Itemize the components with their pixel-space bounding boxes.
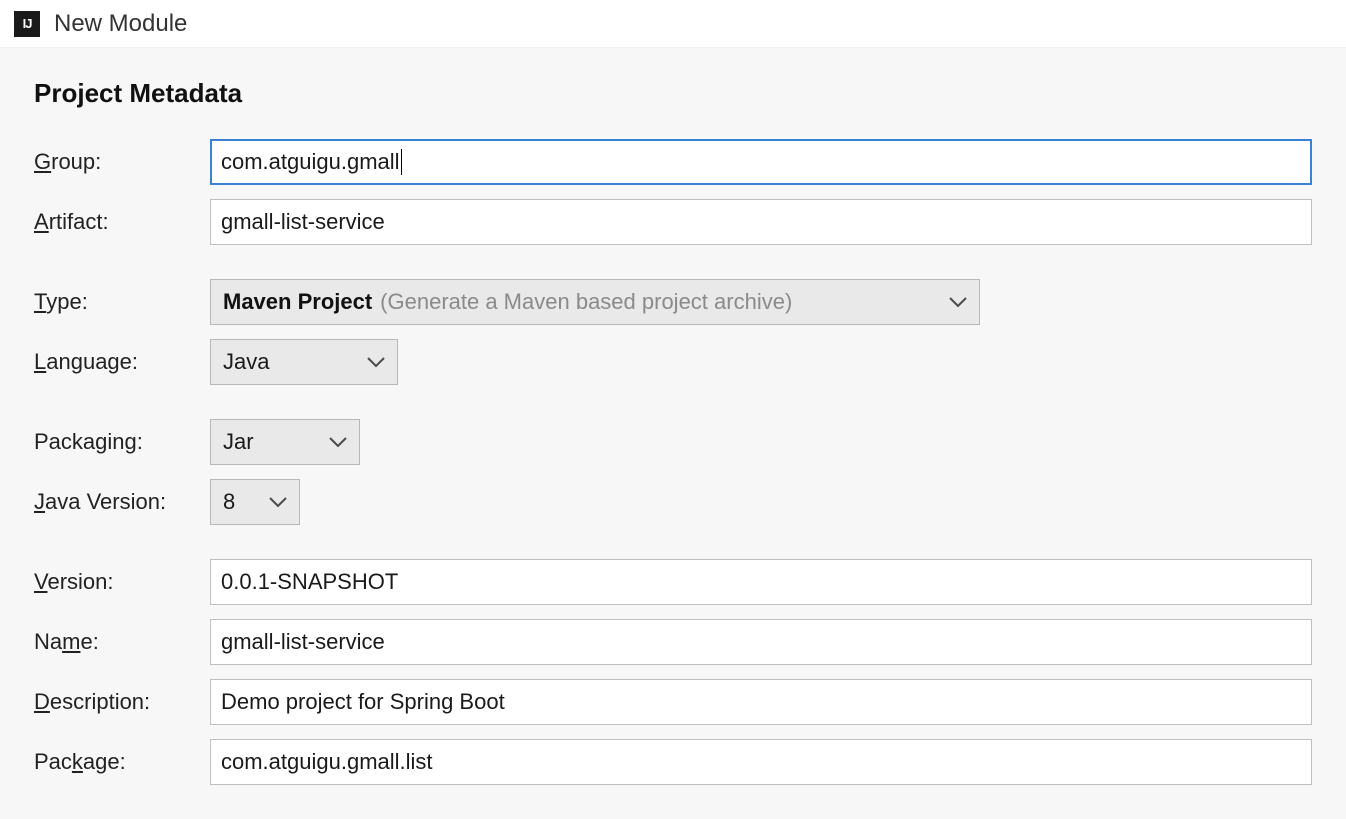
row-name: Name: [34,619,1312,665]
label-name: Name: [34,629,210,655]
label-language: Language: [34,349,210,375]
row-description: Description: [34,679,1312,725]
type-dropdown[interactable]: Maven Project (Generate a Maven based pr… [210,279,980,325]
row-packaging: Packaging: Jar [34,419,1312,465]
chevron-down-icon [355,356,385,368]
description-input[interactable] [210,679,1312,725]
row-version: Version: [34,559,1312,605]
language-dropdown[interactable]: Java [210,339,398,385]
text-caret [401,149,402,175]
chevron-down-icon [257,496,287,508]
name-input[interactable] [210,619,1312,665]
label-artifact: Artifact: [34,209,210,235]
content-area: Project Metadata Group: com.atguigu.gmal… [0,48,1346,819]
label-package: Package: [34,749,210,775]
label-group: Group: [34,149,210,175]
version-input[interactable] [210,559,1312,605]
artifact-input[interactable] [210,199,1312,245]
row-package: Package: [34,739,1312,785]
chevron-down-icon [317,436,347,448]
package-input[interactable] [210,739,1312,785]
label-type: Type: [34,289,210,315]
label-java-version: Java Version: [34,489,210,515]
row-group: Group: com.atguigu.gmall [34,139,1312,185]
title-bar: IJ New Module [0,0,1346,48]
java-version-dropdown[interactable]: 8 [210,479,300,525]
label-version: Version: [34,569,210,595]
label-packaging: Packaging: [34,429,210,455]
section-heading: Project Metadata [34,78,1312,109]
row-java-version: Java Version: 8 [34,479,1312,525]
group-input[interactable]: com.atguigu.gmall [210,139,1312,185]
label-description: Description: [34,689,210,715]
packaging-dropdown[interactable]: Jar [210,419,360,465]
window-title: New Module [54,10,187,38]
intellij-icon: IJ [14,11,40,37]
row-type: Type: Maven Project (Generate a Maven ba… [34,279,1312,325]
chevron-down-icon [937,296,967,308]
row-language: Language: Java [34,339,1312,385]
row-artifact: Artifact: [34,199,1312,245]
